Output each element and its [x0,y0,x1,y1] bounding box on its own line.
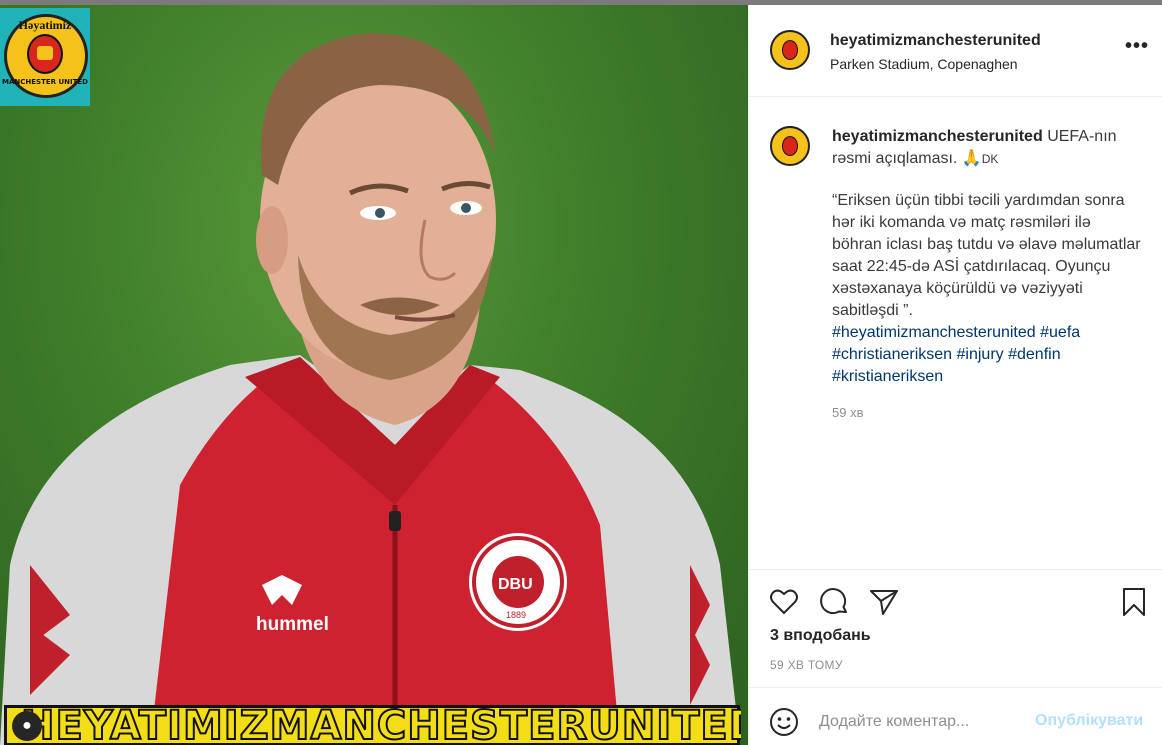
hashtag-link[interactable]: #kristianeriksen [832,368,943,385]
logo-bottom-text: MANCHESTER UNITED [2,78,88,86]
likes-count[interactable]: 3 вподобань [770,627,871,645]
publish-button[interactable]: Опублікувати [1035,712,1143,730]
caption-avatar[interactable] [770,126,810,166]
player-photo: hummel DBU 1889 [0,33,740,745]
hashtag-link[interactable]: #heyatimizmanchesterunited [832,324,1036,341]
comment-bar: Опублікувати [749,687,1162,745]
post-side-panel: heyatimizmanchesterunited Parken Stadium… [748,5,1162,745]
image-banner: HEYATIMIZMANCHESTERUNITED [4,705,741,745]
hashtag-link[interactable]: #denfin [1008,346,1061,363]
post-actions [749,569,1162,633]
comment-input[interactable] [819,710,1019,734]
channel-logo: Həyatimiz MANCHESTER UNITED [0,8,90,106]
send-icon[interactable] [868,586,900,618]
caption-time: 59 хв [832,405,864,420]
logo-top-text: Həyatimiz [18,18,72,32]
caption-body-text: “Eriksen üçün tibbi təcili yardımdan son… [832,192,1141,319]
hashtag-link[interactable]: #injury [957,346,1004,363]
posted-time[interactable]: 59 ХВ ТОМУ [770,658,843,672]
ellipsis-icon[interactable]: ••• [1125,35,1149,58]
badge-year: 1889 [506,610,526,620]
user-tag-icon[interactable]: ● [12,711,42,741]
caption-intro-suffix: DK [981,152,999,166]
bookmark-icon[interactable] [1118,586,1150,618]
badge-text: DBU [498,576,533,593]
header-username[interactable]: heyatimizmanchesterunited [830,32,1041,50]
avatar[interactable] [770,30,810,70]
heart-icon[interactable] [768,586,800,618]
logo-crest-icon [27,34,63,74]
hashtag-link[interactable]: #uefa [1040,324,1080,341]
post-caption: heyatimizmanchesterunited UEFA-nın rəsmi… [832,126,1142,388]
emoji-icon[interactable] [768,706,800,738]
banner-text: HEYATIMIZMANCHESTERUNITED [21,708,741,743]
caption-body: “Eriksen üçün tibbi təcili yardımdan son… [832,190,1142,388]
post-header: heyatimizmanchesterunited Parken Stadium… [749,5,1162,97]
comment-icon[interactable] [818,586,850,618]
post-image[interactable]: hummel DBU 1889 Həyatimiz MANCHESTER UNI… [0,5,748,745]
caption-username[interactable]: heyatimizmanchesterunited [832,128,1043,145]
shirt-brand-text: hummel [256,614,329,635]
header-location[interactable]: Parken Stadium, Copenaghen [830,56,1018,72]
hashtag-link[interactable]: #christianeriksen [832,346,952,363]
